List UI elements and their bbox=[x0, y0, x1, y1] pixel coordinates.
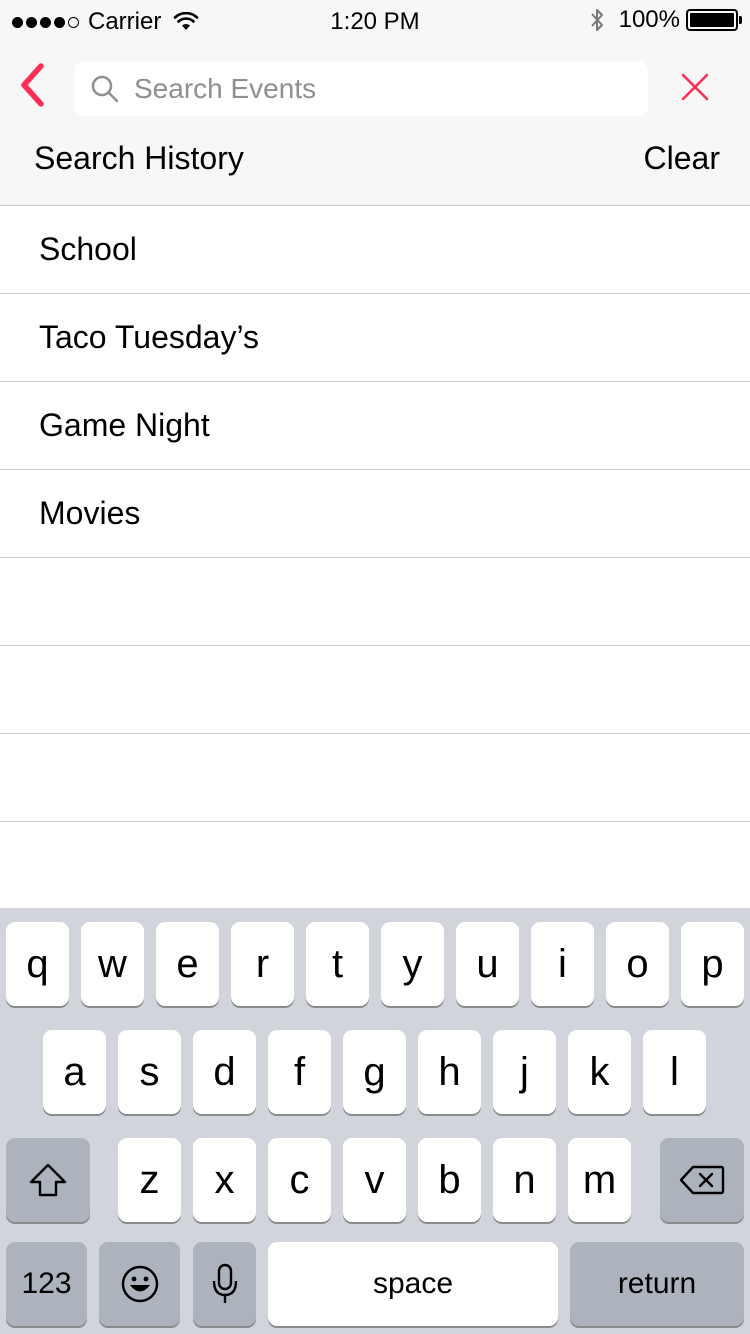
key-d[interactable]: d bbox=[193, 1030, 256, 1114]
delete-key[interactable] bbox=[660, 1138, 744, 1222]
close-button[interactable] bbox=[674, 66, 716, 108]
key-e[interactable]: e bbox=[156, 922, 219, 1006]
key-j[interactable]: j bbox=[493, 1030, 556, 1114]
search-history-title: Search History bbox=[34, 140, 244, 176]
key-h[interactable]: h bbox=[418, 1030, 481, 1114]
key-p[interactable]: p bbox=[681, 922, 744, 1006]
battery-percent: 100% bbox=[618, 6, 680, 33]
back-button[interactable] bbox=[12, 60, 52, 110]
empty-row bbox=[0, 558, 750, 646]
emoji-icon bbox=[121, 1265, 158, 1303]
key-t[interactable]: t bbox=[306, 922, 369, 1006]
battery-icon bbox=[686, 9, 742, 31]
bluetooth-icon bbox=[590, 9, 603, 31]
key-k[interactable]: k bbox=[568, 1030, 631, 1114]
key-s[interactable]: s bbox=[118, 1030, 181, 1114]
shift-icon bbox=[29, 1163, 67, 1197]
header: Carrier 1:20 PM 100% Search Events Searc… bbox=[0, 0, 750, 206]
search-history-list: School Taco Tuesday’s Game Night Movies bbox=[0, 206, 750, 822]
status-bar: Carrier 1:20 PM 100% bbox=[0, 0, 750, 40]
shift-key[interactable] bbox=[6, 1138, 90, 1222]
keyboard: q w e r t y u i o p a s d f g h j k l z … bbox=[0, 908, 750, 1334]
key-u[interactable]: u bbox=[456, 922, 519, 1006]
key-a[interactable]: a bbox=[43, 1030, 106, 1114]
search-input[interactable] bbox=[134, 61, 634, 116]
emoji-key[interactable] bbox=[99, 1242, 180, 1326]
empty-row bbox=[0, 646, 750, 734]
key-q[interactable]: q bbox=[6, 922, 69, 1006]
key-f[interactable]: f bbox=[268, 1030, 331, 1114]
close-icon bbox=[681, 73, 709, 101]
key-v[interactable]: v bbox=[343, 1138, 406, 1222]
key-i[interactable]: i bbox=[531, 922, 594, 1006]
status-right: 100% bbox=[589, 6, 742, 34]
history-item[interactable]: Movies bbox=[0, 470, 750, 558]
history-item[interactable]: Game Night bbox=[0, 382, 750, 470]
key-y[interactable]: y bbox=[381, 922, 444, 1006]
search-bar[interactable] bbox=[74, 61, 648, 116]
key-n[interactable]: n bbox=[493, 1138, 556, 1222]
numbers-key[interactable]: 123 bbox=[6, 1242, 87, 1326]
search-icon bbox=[91, 75, 119, 103]
key-m[interactable]: m bbox=[568, 1138, 631, 1222]
microphone-key[interactable] bbox=[193, 1242, 256, 1326]
return-key[interactable]: return bbox=[570, 1242, 744, 1326]
clear-button[interactable]: Clear bbox=[644, 140, 720, 177]
key-g[interactable]: g bbox=[343, 1030, 406, 1114]
key-o[interactable]: o bbox=[606, 922, 669, 1006]
delete-icon bbox=[679, 1165, 725, 1195]
key-z[interactable]: z bbox=[118, 1138, 181, 1222]
key-x[interactable]: x bbox=[193, 1138, 256, 1222]
back-chevron-icon bbox=[21, 63, 44, 107]
key-l[interactable]: l bbox=[643, 1030, 706, 1114]
key-c[interactable]: c bbox=[268, 1138, 331, 1222]
space-key[interactable]: space bbox=[268, 1242, 558, 1326]
key-b[interactable]: b bbox=[418, 1138, 481, 1222]
microphone-icon bbox=[212, 1263, 237, 1303]
empty-row bbox=[0, 734, 750, 822]
key-w[interactable]: w bbox=[81, 922, 144, 1006]
history-item[interactable]: Taco Tuesday’s bbox=[0, 294, 750, 382]
history-item[interactable]: School bbox=[0, 206, 750, 294]
key-r[interactable]: r bbox=[231, 922, 294, 1006]
